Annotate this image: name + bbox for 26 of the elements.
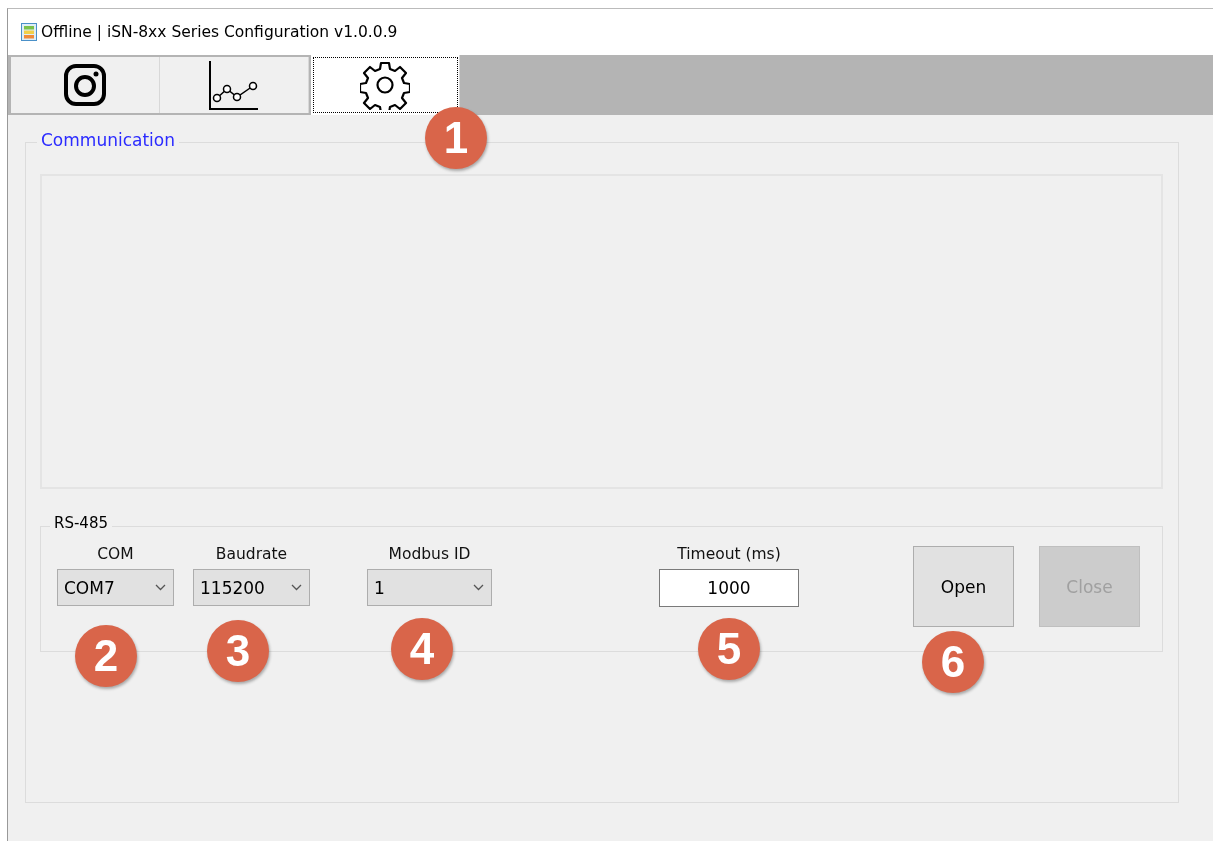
callout-badge: 5 (698, 618, 760, 680)
dropdown[interactable]: 1 (367, 569, 492, 606)
field-label: Modbus ID (388, 545, 471, 563)
caret-icon (473, 584, 484, 591)
line-chart-icon (208, 59, 260, 111)
tab[interactable] (311, 55, 460, 115)
button[interactable]: Open (913, 546, 1014, 627)
caret-icon (291, 584, 302, 591)
callout-badge: 6 (922, 631, 984, 693)
tab[interactable] (160, 57, 309, 113)
field-label: Timeout (ms) (677, 545, 781, 563)
camera-icon (63, 63, 107, 107)
caret-icon (155, 584, 166, 591)
callout-badge: 3 (207, 620, 269, 682)
field-label: COM (97, 545, 134, 563)
dropdown[interactable]: 115200 (193, 569, 310, 606)
callout-badge: 2 (75, 625, 137, 687)
window-title: Offline | iSN-8xx Series Configuration v1.0.0.9 (41, 23, 398, 41)
tab[interactable] (11, 57, 160, 113)
callout-badge: 1 (425, 107, 487, 169)
app-icon (21, 23, 37, 41)
settings-icon (360, 60, 410, 110)
callout-badge: 4 (391, 618, 453, 680)
dropdown[interactable]: COM7 (57, 569, 174, 606)
field-label: Baudrate (215, 545, 288, 563)
input-field[interactable]: 1000 (659, 569, 799, 607)
